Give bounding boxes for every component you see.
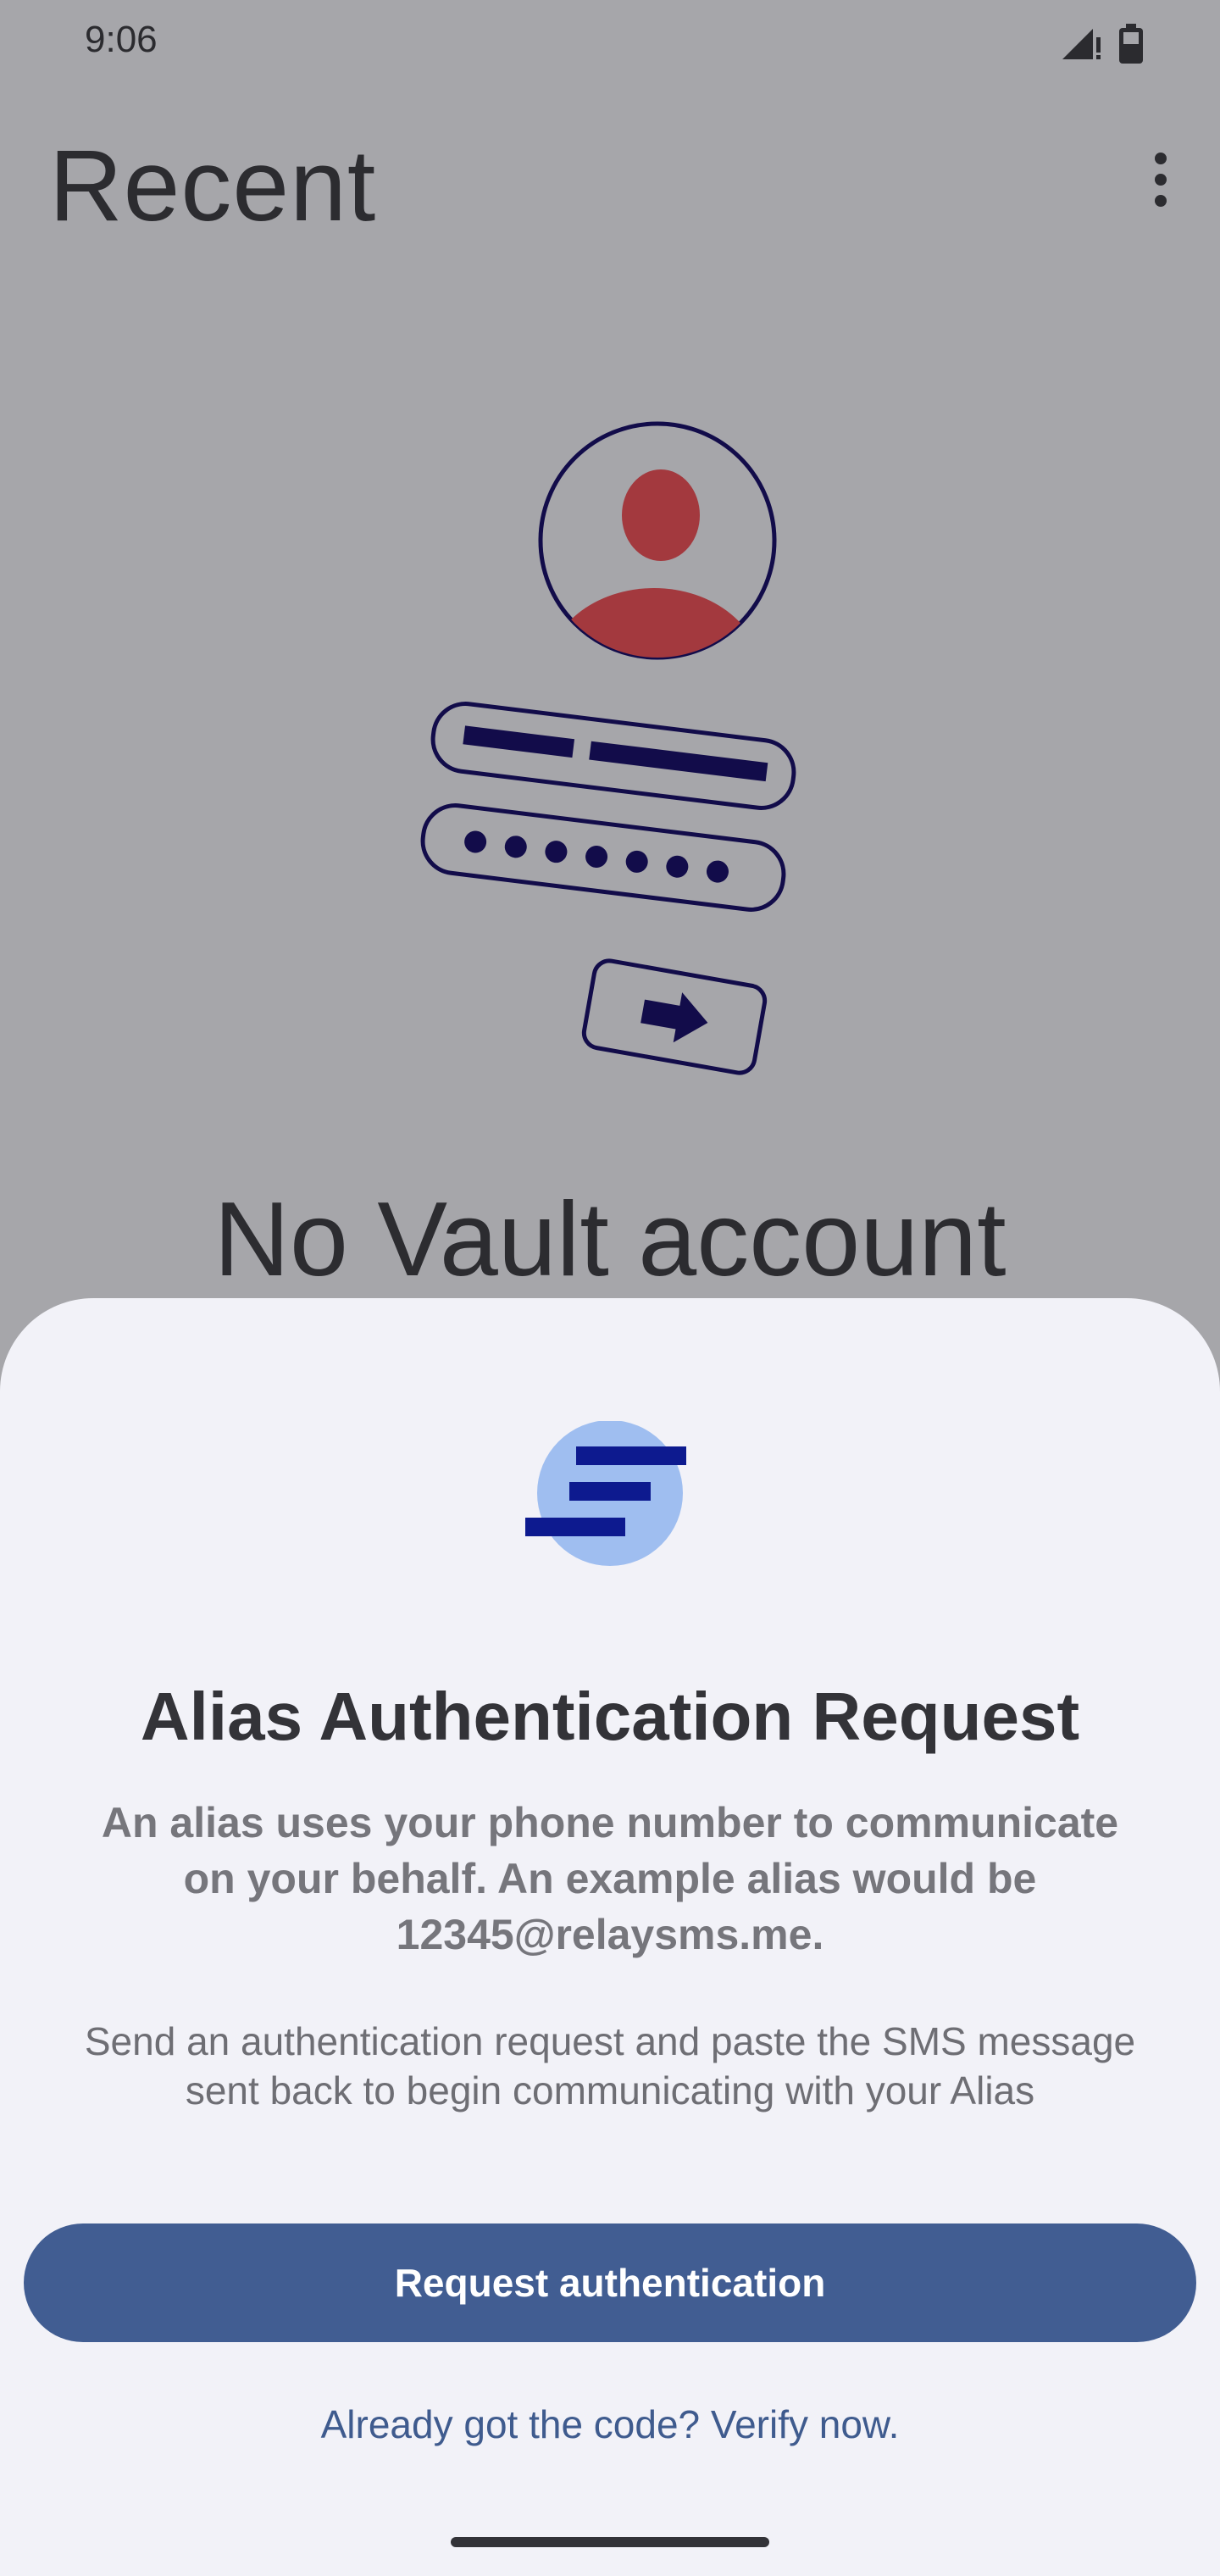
- status-time: 9:06: [85, 19, 158, 60]
- instructions-line: Send an authentication request and paste…: [84, 2019, 1136, 2063]
- instructions-line: sent back to begin communicating with yo…: [185, 2068, 1035, 2112]
- description-line: An alias uses your phone number to commu…: [101, 1799, 1119, 1846]
- arrow-button-icon: [581, 958, 768, 1075]
- alias-description: An alias uses your phone number to commu…: [68, 1795, 1152, 1963]
- description-line: on your behalf. An example alias would b…: [183, 1855, 1037, 1902]
- verify-now-link[interactable]: Already got the code? Verify now.: [0, 2401, 1220, 2447]
- page-title: Recent: [49, 129, 377, 242]
- auth-instructions: Send an authentication request and paste…: [51, 2017, 1169, 2115]
- signal-icon: [1059, 25, 1103, 67]
- avatar-icon: [538, 421, 777, 660]
- description-line: 12345@relaysms.me.: [396, 1911, 824, 1958]
- relaysms-logo-icon: [525, 1420, 695, 1582]
- login-illustration: [407, 407, 813, 1085]
- status-icons: [1059, 24, 1144, 69]
- bottom-sheet: Alias Authentication Request An alias us…: [0, 1298, 1220, 2576]
- password-field-icon: [420, 803, 786, 912]
- battery-icon: [1118, 24, 1144, 69]
- username-field-icon: [430, 702, 796, 810]
- sheet-title: Alias Authentication Request: [140, 1679, 1080, 1754]
- more-vert-icon[interactable]: [1135, 146, 1186, 214]
- home-indicator[interactable]: [451, 2537, 769, 2547]
- empty-state-title: No Vault account: [214, 1181, 1006, 1298]
- request-authentication-button[interactable]: Request authentication: [24, 2223, 1196, 2342]
